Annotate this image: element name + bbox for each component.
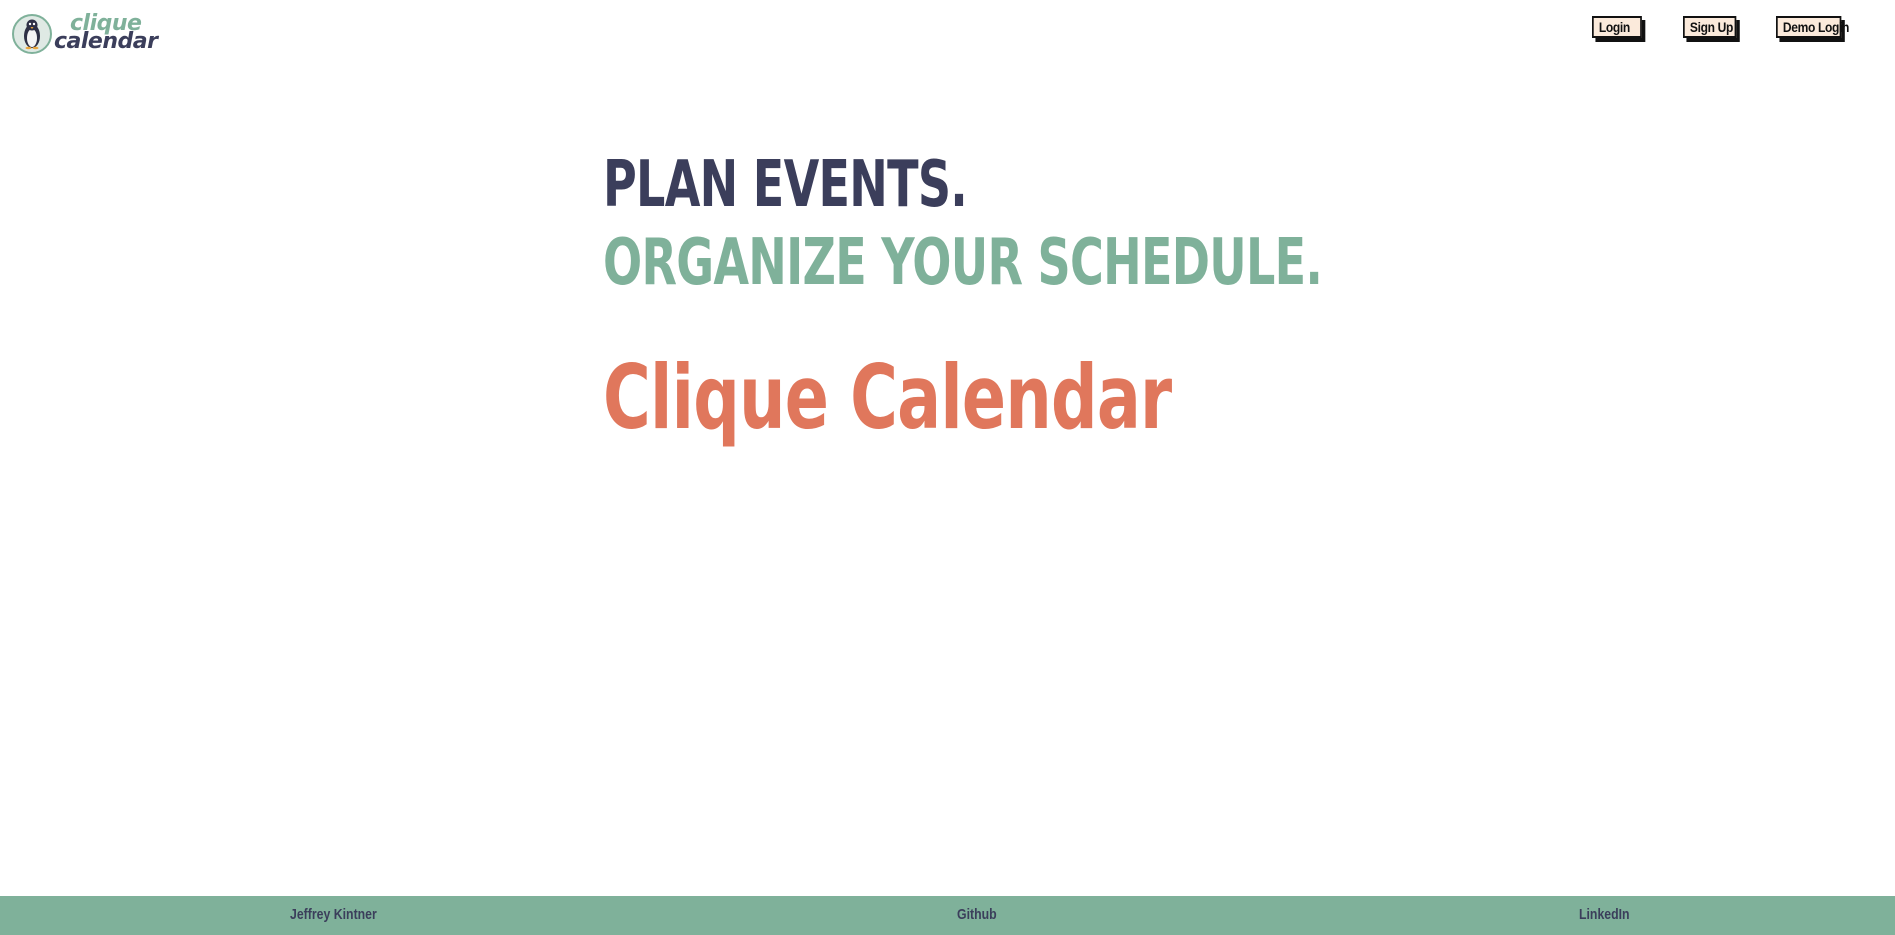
logo-word-calendar: calendar: [54, 29, 158, 54]
hero-section: PLAN EVENTS. ORGANIZE YOUR SCHEDULE. Cli…: [603, 150, 1602, 446]
footer-linkedin-link[interactable]: LinkedIn: [1579, 906, 1630, 924]
hero-tagline-organize: ORGANIZE YOUR SCHEDULE.: [603, 226, 1323, 300]
signup-button[interactable]: Sign Up: [1683, 16, 1737, 38]
landing-page: clique calendar Login Sign Up Demo Login…: [0, 0, 1895, 935]
login-button[interactable]: Login: [1592, 16, 1642, 38]
site-logo[interactable]: clique calendar: [12, 12, 164, 56]
hero-title: Clique Calendar: [603, 346, 1172, 449]
demo-login-button[interactable]: Demo Login: [1776, 16, 1849, 38]
logo-wordmark: clique calendar: [54, 12, 164, 56]
penguin-icon: [12, 14, 52, 54]
footer-author-link[interactable]: Jeffrey Kintner: [290, 906, 377, 924]
footer-github-link[interactable]: Github: [957, 906, 997, 924]
hero-tagline-plan: PLAN EVENTS.: [603, 148, 968, 222]
footer: Jeffrey Kintner Github LinkedIn: [0, 896, 1895, 935]
